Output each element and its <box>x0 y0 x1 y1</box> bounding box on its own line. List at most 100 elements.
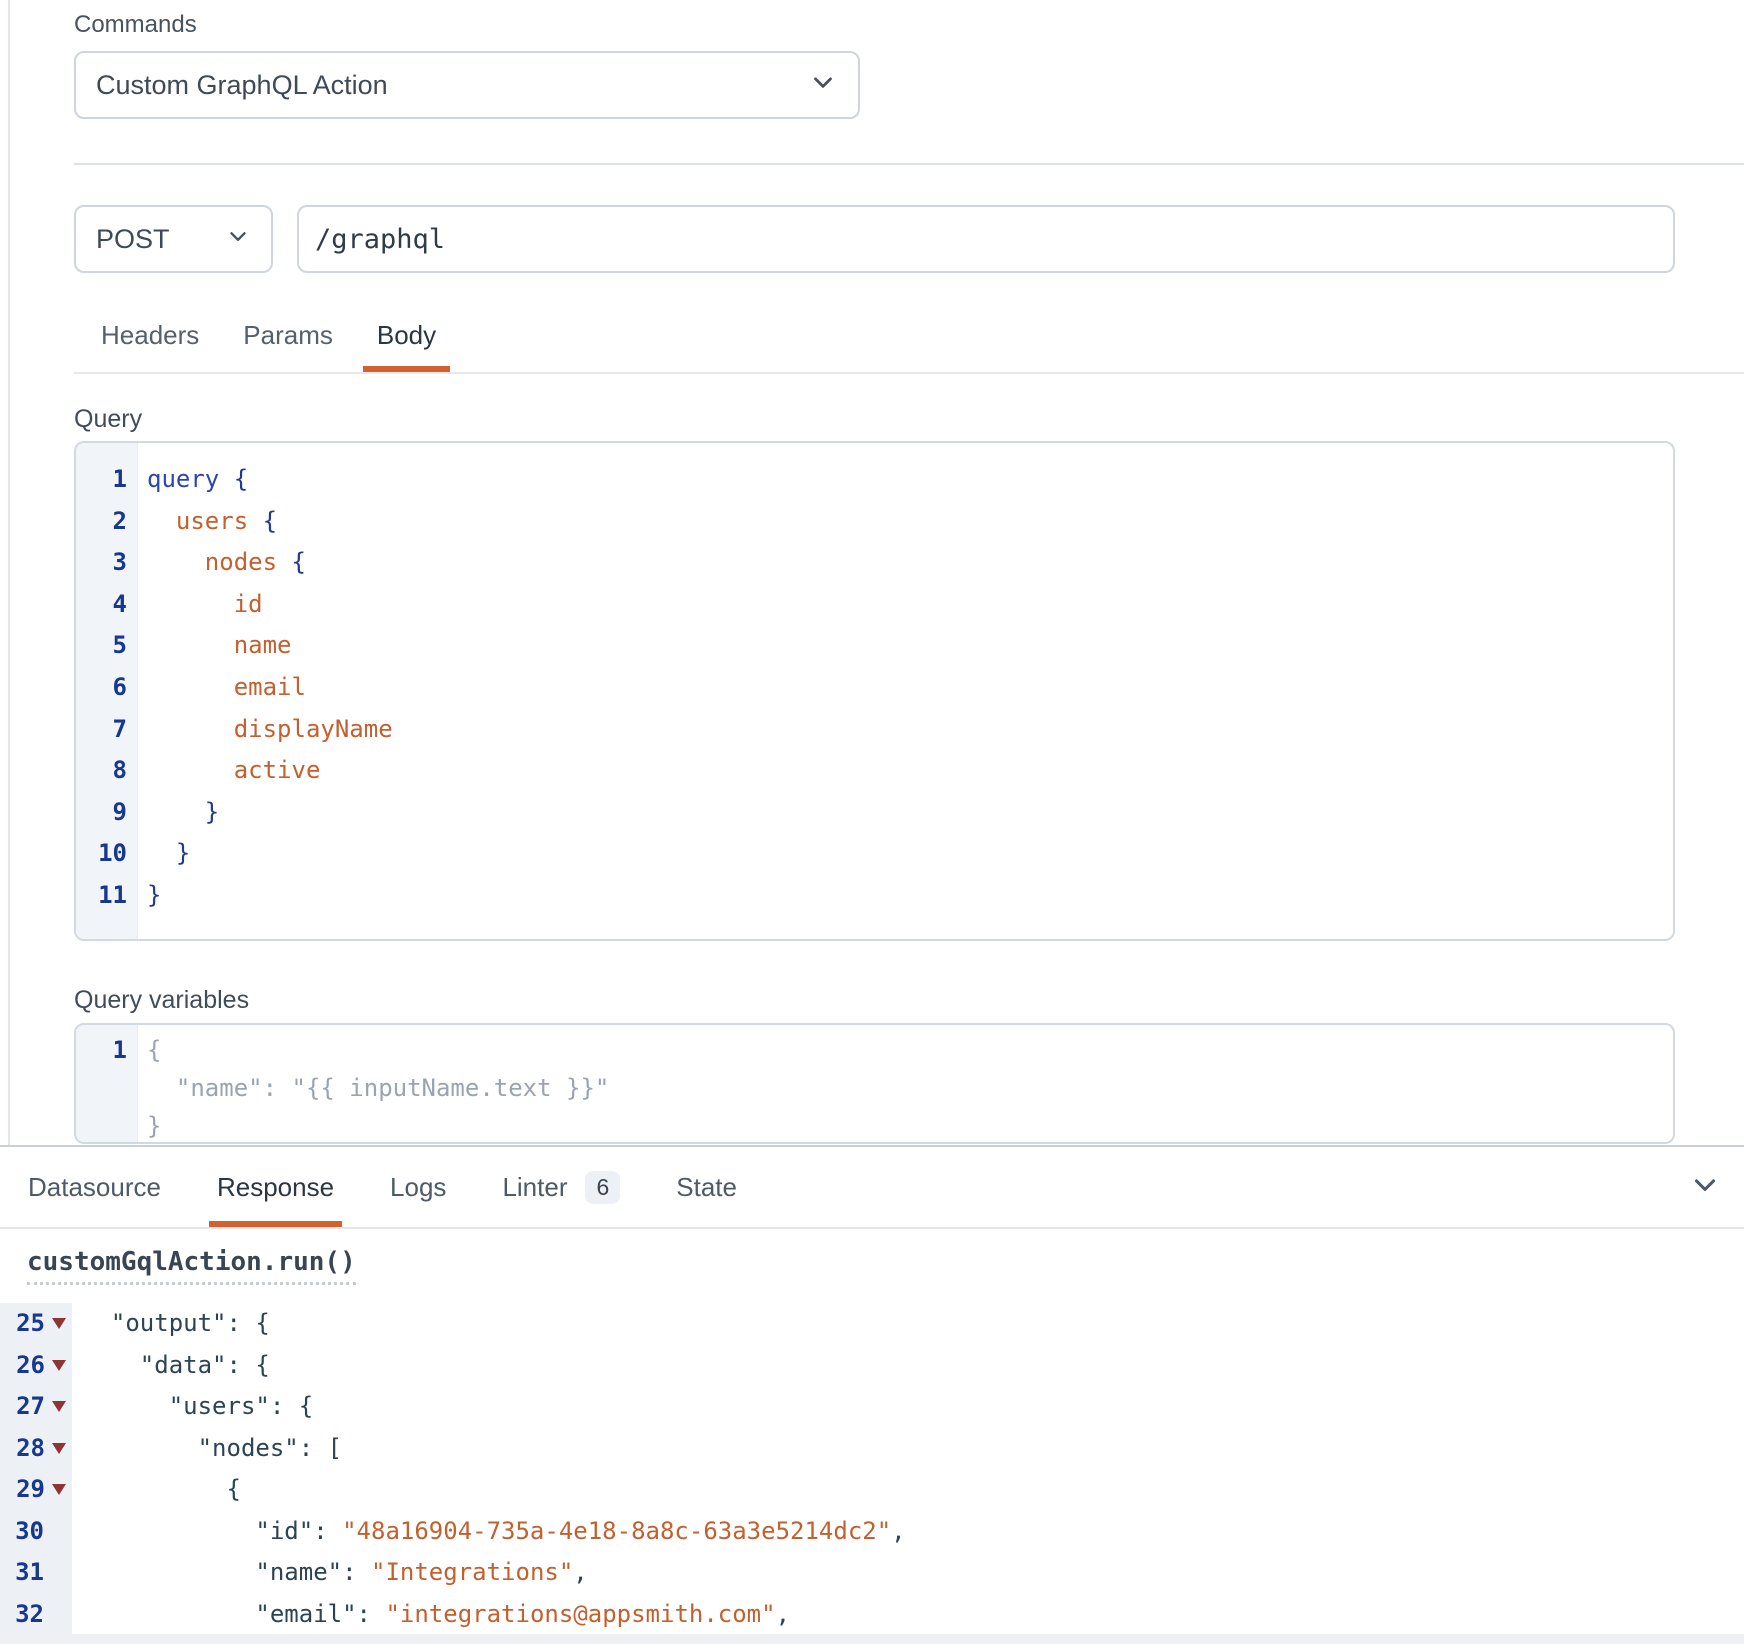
chevron-down-icon <box>808 67 838 104</box>
commands-select[interactable]: Custom GraphQL Action <box>74 51 860 119</box>
code-line: 6 email <box>76 667 1673 709</box>
code-line: 1query { <box>76 459 1673 501</box>
collapse-caret-icon[interactable] <box>52 1360 66 1371</box>
graphql-action-editor-page: Commands Custom GraphQL Action POST /gra… <box>0 0 1744 1644</box>
bottom-panel-tabs: Datasource Response Logs Linter 6 State <box>0 1147 1744 1229</box>
collapse-caret-icon[interactable] <box>52 1484 66 1495</box>
tab-response[interactable]: Response <box>209 1147 342 1227</box>
line-number: 26 <box>16 1345 45 1387</box>
tab-headers[interactable]: Headers <box>87 299 213 372</box>
code-token: { <box>234 465 248 493</box>
commands-label: Commands <box>74 12 1675 38</box>
line-number <box>76 1069 137 1107</box>
collapse-panel-chevron-down-icon[interactable] <box>1688 1168 1722 1207</box>
section-divider <box>74 163 1744 165</box>
code-token: { <box>292 548 306 576</box>
code-token: } <box>147 881 161 909</box>
caret-placeholder <box>51 1609 66 1620</box>
tab-linter[interactable]: Linter 6 <box>494 1147 628 1227</box>
query-variables-editor[interactable]: 1{ "name": "{{ inputName.text }}"} <box>74 1023 1675 1144</box>
action-signature: customGqlAction.run() <box>27 1247 356 1285</box>
query-label: Query <box>74 405 1675 433</box>
tab-params[interactable]: Params <box>229 299 347 372</box>
code-token <box>82 1517 255 1545</box>
line-number: 27 <box>16 1386 45 1428</box>
response-signature-row: customGqlAction.run() <box>0 1229 1744 1303</box>
tab-state[interactable]: State <box>668 1147 745 1227</box>
code-token: { <box>263 507 277 535</box>
line-number: 4 <box>76 584 137 626</box>
method-select[interactable]: POST <box>74 205 273 273</box>
response-code-content: "data": { <box>72 1345 270 1387</box>
caret-placeholder <box>51 1526 66 1537</box>
tab-body[interactable]: Body <box>363 299 450 372</box>
code-token: , <box>891 1517 905 1545</box>
code-token: "integrations@appsmith.com" <box>385 1600 775 1628</box>
code-token <box>147 631 234 659</box>
code-token: "id" <box>255 1517 313 1545</box>
code-token <box>147 590 234 618</box>
line-number: 5 <box>76 625 137 667</box>
tab-datasource[interactable]: Datasource <box>20 1147 169 1227</box>
code-token <box>147 548 205 576</box>
code-token: "data" <box>140 1351 227 1379</box>
code-token <box>82 1434 198 1462</box>
line-number: 10 <box>76 833 137 875</box>
code-token <box>82 1309 111 1337</box>
response-code-content: "email": "integrations@appsmith.com", <box>72 1594 790 1636</box>
code-token: { <box>147 1036 161 1064</box>
code-token: name <box>234 631 292 659</box>
code-token: id <box>234 590 263 618</box>
chevron-down-icon <box>225 223 251 256</box>
line-number: 29 <box>16 1469 45 1511</box>
code-token: : <box>357 1600 386 1628</box>
code-token <box>147 798 205 826</box>
code-token: "output" <box>111 1309 227 1337</box>
code-token: query <box>147 465 234 493</box>
response-code-content: { <box>72 1469 241 1511</box>
code-token: : [ <box>299 1434 342 1462</box>
response-line-gutter: 25 <box>0 1303 72 1345</box>
collapse-caret-icon[interactable] <box>52 1318 66 1329</box>
query-editor[interactable]: 1query {2 users {3 nodes {4 id5 name6 em… <box>74 441 1675 941</box>
response-line-gutter: 27 <box>0 1386 72 1428</box>
request-row: POST /graphql <box>74 205 1675 273</box>
collapse-caret-icon[interactable] <box>52 1443 66 1454</box>
code-content: query { <box>137 459 248 501</box>
code-content: users { <box>137 501 277 543</box>
line-number: 9 <box>76 792 137 834</box>
response-line-gutter: 29 <box>0 1469 72 1511</box>
url-input-value: /graphql <box>315 224 445 255</box>
code-content: } <box>137 833 190 875</box>
response-json-viewer[interactable]: 25 "output": {26 "data": {27 "users": {2… <box>0 1303 1744 1635</box>
response-line-gutter: 32 <box>0 1594 72 1636</box>
code-line: 9 } <box>76 792 1673 834</box>
line-number: 1 <box>76 459 137 501</box>
horizontal-scrollbar[interactable] <box>0 1634 1744 1644</box>
response-row: 28 "nodes": [ <box>0 1428 1744 1470</box>
response-code-content: "name": "Integrations", <box>72 1552 588 1594</box>
code-token <box>82 1558 255 1586</box>
code-content: active <box>137 750 320 792</box>
url-input[interactable]: /graphql <box>297 205 1675 273</box>
line-number: 32 <box>15 1594 44 1636</box>
code-content: displayName <box>137 709 393 751</box>
code-content: } <box>137 792 219 834</box>
response-row: 29 { <box>0 1469 1744 1511</box>
response-code-content: "nodes": [ <box>72 1428 342 1470</box>
code-line: 10 } <box>76 833 1673 875</box>
code-line: 1{ <box>76 1031 1673 1069</box>
code-token: displayName <box>234 715 393 743</box>
response-line-gutter: 31 <box>0 1552 72 1594</box>
linter-count-badge: 6 <box>585 1171 620 1204</box>
code-line: 2 users { <box>76 501 1673 543</box>
code-token: } <box>205 798 219 826</box>
code-content: } <box>137 1107 161 1144</box>
code-content: email <box>137 667 306 709</box>
code-line: 4 id <box>76 584 1673 626</box>
tab-logs[interactable]: Logs <box>382 1147 454 1227</box>
line-number: 31 <box>15 1552 44 1594</box>
code-line: 3 nodes { <box>76 542 1673 584</box>
code-token: "users" <box>169 1392 270 1420</box>
collapse-caret-icon[interactable] <box>52 1401 66 1412</box>
